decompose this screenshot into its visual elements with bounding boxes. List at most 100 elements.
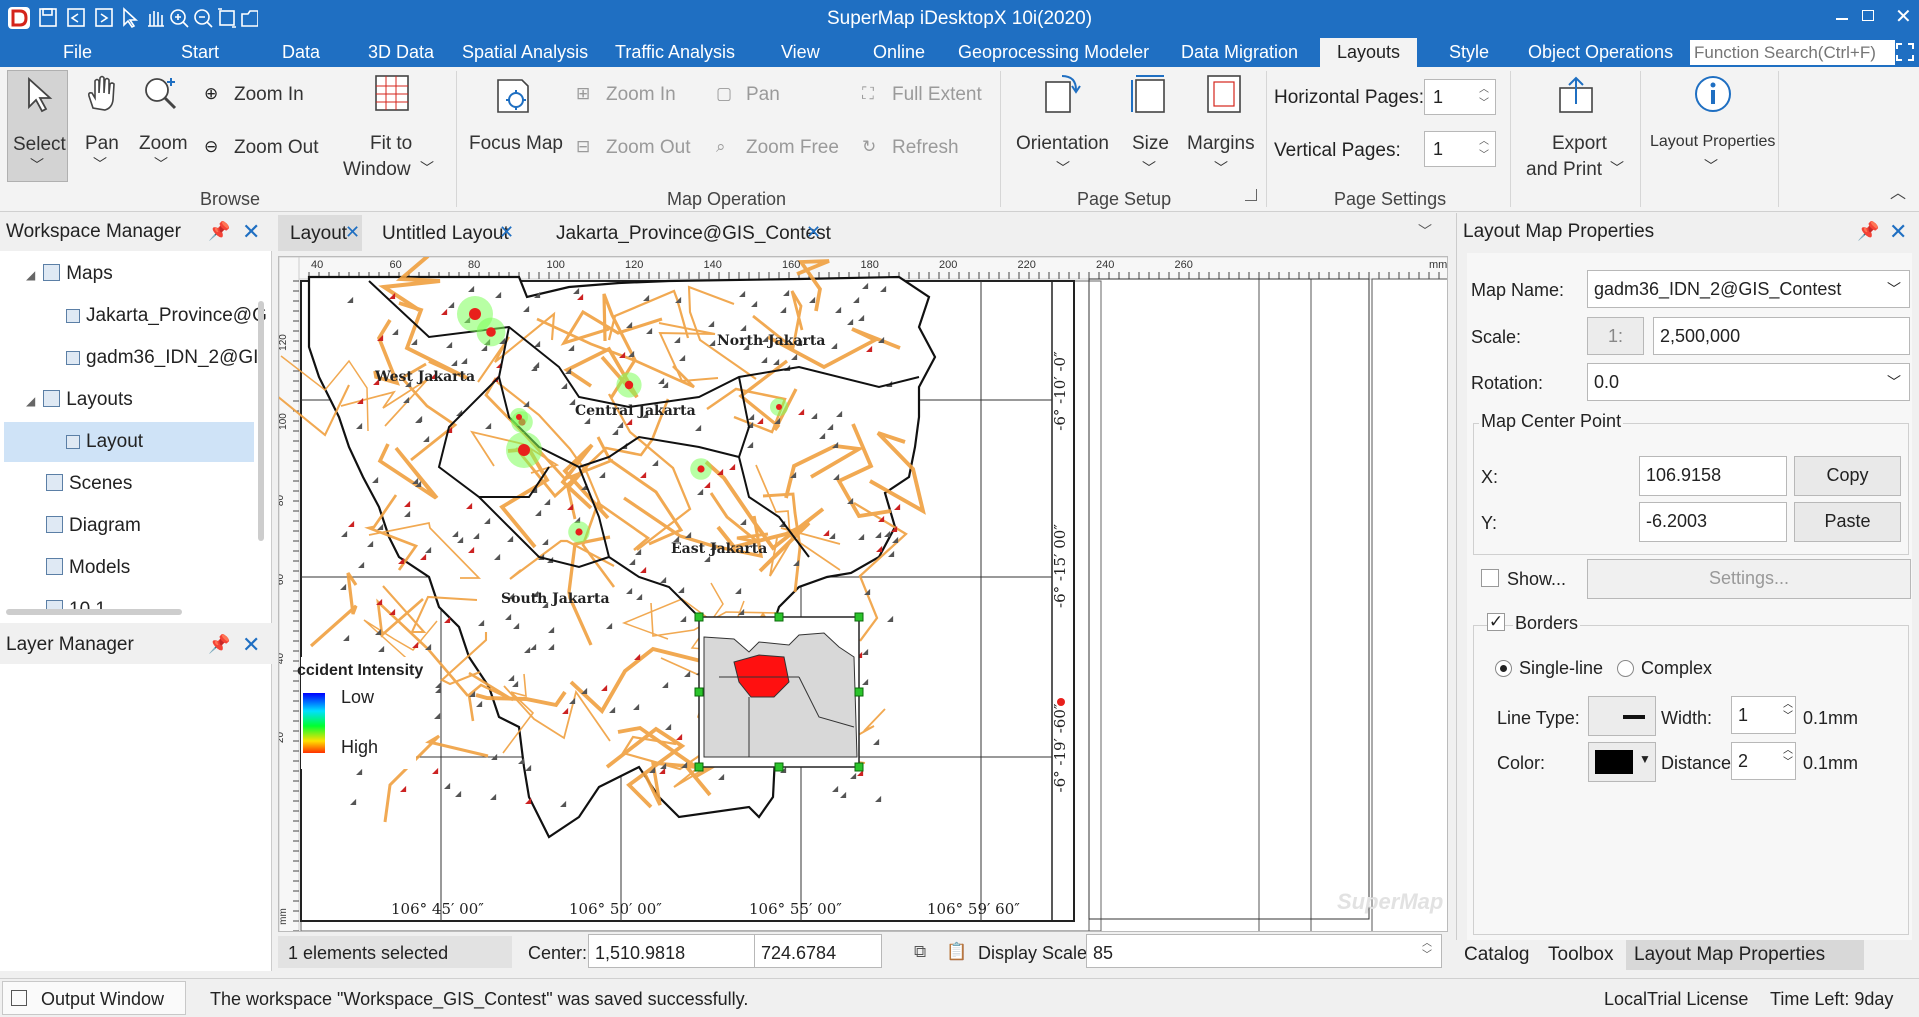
margins-button[interactable]: Margins ﹀ [1184, 70, 1264, 182]
menu-3d-data[interactable]: 3D Data [368, 42, 434, 63]
tree-node-models[interactable]: Models [46, 557, 130, 579]
complex-radio[interactable] [1617, 660, 1634, 677]
tab-toolbox[interactable]: Toolbox [1548, 944, 1614, 966]
focus-map-button[interactable]: Focus Map [466, 70, 563, 182]
display-scale-spin-icon[interactable]: ︿ ﹀ [1422, 938, 1432, 962]
layout-drawing[interactable]: ◢ ◢ ◢ ◢ ◢ ◢ ◢ ◢ ◢ ◢ ◢ ◢ ◢ ◢ ◢ ◢ ◢ ◢ ◢ ◢ ◢ ◢ ◢ ◢ ◢ ◢ ◢ ◢ ◢ ◢ ◢ ◢ ◢ ◢ ◢ ◢ ◢ ◢ ◢ ◢… [279, 257, 1448, 932]
center-x-input[interactable]: 106.9158 [1639, 456, 1787, 496]
spin-icon[interactable]: ︿ ﹀ [1783, 699, 1793, 723]
restore-icon[interactable] [1862, 10, 1874, 21]
paste-icon[interactable]: 📋 [946, 942, 967, 962]
menu-spatial-analysis[interactable]: Spatial Analysis [462, 42, 588, 63]
tab-catalog[interactable]: Catalog [1464, 944, 1530, 966]
menu-online[interactable]: Online [873, 42, 925, 63]
map-name-select[interactable]: gadm36_IDN_2@GIS_Contest ﹀ [1587, 270, 1910, 308]
copy-icon[interactable]: ⧉ [914, 942, 926, 962]
output-window-button[interactable]: Output Window [2, 981, 186, 1015]
export-and-print-button[interactable]: Export and Print ﹀ [1518, 70, 1634, 182]
center-y-input[interactable]: -6.2003 [1639, 502, 1787, 542]
menu-object-operations[interactable]: Object Operations [1528, 42, 1673, 63]
distance-spinner[interactable]: 2 ︿ ﹀ [1731, 742, 1796, 780]
expand-icon[interactable]: ◢ [26, 268, 35, 282]
select-button[interactable]: Select ﹀ [7, 70, 68, 182]
menu-data-migration[interactable]: Data Migration [1181, 42, 1298, 63]
menu-start[interactable]: Start [181, 42, 219, 63]
collapse-ribbon-icon[interactable]: ︿ [1890, 179, 1906, 203]
scale-input[interactable]: 2,500,000 [1653, 317, 1910, 355]
display-scale-field[interactable]: 85 [1086, 934, 1442, 968]
fullscreen-icon[interactable] [1896, 43, 1914, 61]
tab-untitled-layout[interactable]: Untitled Layout ✕ [368, 215, 518, 251]
tree-node-map-gadm[interactable]: gadm36_IDN_2@GI [66, 347, 258, 369]
close-tab-icon[interactable]: ✕ [499, 222, 514, 243]
spin-down-icon[interactable]: ﹀ [1479, 151, 1491, 161]
zoom-button[interactable]: Zoom ﹀ [137, 70, 189, 182]
orientation-button[interactable]: Orientation ﹀ [1010, 70, 1116, 182]
fit-to-window-button[interactable]: Fit to Window ﹀ [340, 70, 450, 182]
menu-layouts[interactable]: Layouts [1320, 38, 1418, 67]
pin-icon[interactable]: 📌 [1857, 221, 1879, 242]
accident-point-symbol: ◢ [840, 790, 847, 799]
horizontal-scrollbar[interactable] [6, 609, 182, 615]
horizontal-pages-spinner[interactable]: 1 ︿ ﹀ [1424, 79, 1496, 115]
settings-button[interactable]: Settings... [1587, 559, 1911, 599]
export-icon [1559, 76, 1593, 113]
menu-view[interactable]: View [781, 42, 820, 63]
tab-layout[interactable]: Layout ✕ [278, 215, 362, 251]
show-checkbox[interactable] [1481, 569, 1499, 587]
tab-jakarta-province[interactable]: Jakarta_Province@GIS_Contest ✕ [536, 215, 831, 251]
function-search-input[interactable] [1690, 40, 1895, 65]
width-spinner[interactable]: 1 ︿ ﹀ [1731, 696, 1796, 734]
map-operation-group-label: Map Operation [667, 189, 787, 209]
spin-up-icon[interactable]: ︿ [1479, 85, 1491, 95]
tree-node-diagram[interactable]: Diagram [46, 515, 141, 537]
vertical-scrollbar[interactable] [258, 301, 264, 541]
show-label: Show... [1507, 569, 1567, 589]
pan-button[interactable]: Pan ﹀ [78, 70, 126, 182]
line-type-picker[interactable] [1588, 696, 1656, 736]
menu-traffic-analysis[interactable]: Traffic Analysis [615, 42, 735, 63]
tree-node-layout[interactable]: Layout [66, 431, 143, 453]
expand-icon[interactable]: ◢ [26, 394, 35, 408]
menu-style[interactable]: Style [1449, 42, 1489, 63]
copy-button[interactable]: Copy [1794, 456, 1901, 496]
center-x-field[interactable]: 1,510.9818 [588, 934, 758, 968]
tree-node-scenes[interactable]: Scenes [46, 473, 132, 495]
color-picker[interactable]: ▼ [1588, 742, 1656, 782]
menu-file[interactable]: File [63, 42, 92, 63]
pin-icon[interactable]: 📌 [208, 221, 230, 242]
tab-list-chevron-icon[interactable]: ﹀ [1418, 221, 1432, 241]
borders-checkbox[interactable]: ✓ [1487, 613, 1505, 631]
tree-node-partial[interactable]: 10 1 [46, 599, 106, 609]
size-button[interactable]: Size ﹀ [1126, 70, 1174, 182]
dialog-launcher-icon[interactable] [1245, 189, 1257, 201]
pin-icon[interactable]: 📌 [208, 634, 230, 655]
tab-layout-map-properties[interactable]: Layout Map Properties [1626, 940, 1864, 970]
single-line-radio[interactable] [1495, 660, 1512, 677]
rotation-select[interactable]: 0.0 ﹀ [1587, 363, 1910, 401]
hand-icon [88, 75, 115, 111]
accident-point-symbol: ◢ [675, 295, 682, 304]
tree-node-layouts[interactable]: ◢ Layouts [26, 389, 133, 411]
paste-button[interactable]: Paste [1794, 502, 1901, 542]
close-tab-icon[interactable]: ✕ [806, 222, 821, 243]
close-window-icon[interactable]: ✕ [1895, 4, 1912, 29]
chevron-down-icon: ﹀ [1142, 160, 1156, 176]
center-y-field[interactable]: 724.6784 [754, 934, 882, 968]
close-tab-icon[interactable]: ✕ [345, 222, 360, 243]
menu-data[interactable]: Data [282, 42, 320, 63]
close-panel-icon[interactable]: ✕ [1889, 219, 1907, 245]
spin-icon[interactable]: ︿ ﹀ [1783, 745, 1793, 769]
minimize-icon[interactable] [1836, 18, 1848, 20]
tree-node-maps[interactable]: ◢ Maps [26, 263, 113, 285]
accident-point-symbol: ◢ [864, 587, 871, 596]
menu-geoprocessing-modeler[interactable]: Geoprocessing Modeler [958, 42, 1149, 63]
layout-properties-button[interactable]: Layout Properties ﹀ [1648, 70, 1778, 182]
close-panel-icon[interactable]: ✕ [242, 219, 260, 245]
spin-up-icon[interactable]: ︿ [1479, 137, 1491, 147]
spin-down-icon[interactable]: ﹀ [1479, 99, 1491, 109]
vertical-pages-spinner[interactable]: 1 ︿ ﹀ [1424, 131, 1496, 167]
close-panel-icon[interactable]: ✕ [242, 632, 260, 658]
layout-canvas[interactable]: ◢ ◢ ◢ ◢ ◢ ◢ ◢ ◢ ◢ ◢ ◢ ◢ ◢ ◢ ◢ ◢ ◢ ◢ ◢ ◢ ◢ ◢ ◢ ◢ ◢ ◢ ◢ ◢ ◢ ◢ ◢ ◢ ◢ ◢ ◢ ◢ ◢ ◢ ◢ ◢… [278, 256, 1448, 932]
tree-node-map-jakarta[interactable]: Jakarta_Province@G [66, 305, 267, 327]
